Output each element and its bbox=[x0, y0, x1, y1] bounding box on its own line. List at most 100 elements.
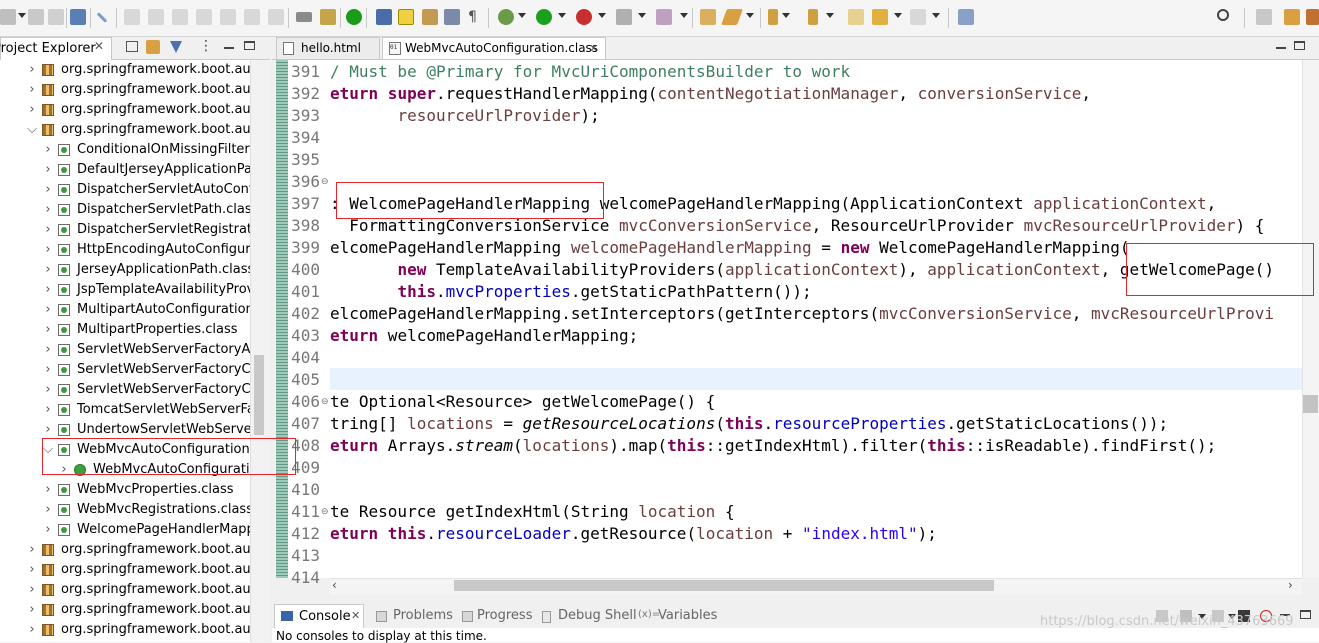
filter-icon[interactable] bbox=[170, 41, 182, 53]
back-dropdown-icon[interactable] bbox=[894, 13, 902, 18]
tree-item[interactable]: › DispatcherServletAutoConfigu bbox=[0, 180, 250, 200]
expanded-chevron-icon[interactable]: ⌵ bbox=[27, 120, 37, 140]
tree-item[interactable]: › DispatcherServletRegistration bbox=[0, 220, 250, 240]
quick-access-search-icon[interactable] bbox=[1217, 9, 1229, 21]
next-annotation-dropdown-icon[interactable] bbox=[782, 13, 790, 18]
open-folder-icon[interactable] bbox=[700, 9, 716, 25]
scroll-left-icon[interactable]: ‹ bbox=[332, 578, 337, 592]
collapsed-chevron-icon[interactable]: › bbox=[43, 480, 53, 500]
tree-item[interactable]: › WebMvcProperties.class bbox=[0, 480, 250, 500]
collapsed-chevron-icon[interactable]: › bbox=[43, 400, 53, 420]
maximize-icon[interactable] bbox=[244, 41, 255, 50]
show-whitespace-icon[interactable]: ¶ bbox=[468, 9, 484, 25]
collapsed-chevron-icon[interactable]: › bbox=[27, 80, 37, 100]
pin-editor-icon[interactable] bbox=[958, 9, 974, 25]
collapsed-chevron-icon[interactable]: › bbox=[43, 240, 53, 260]
tab-debug-shell[interactable]: Debug Shell bbox=[558, 608, 637, 623]
tree-item[interactable]: › org.springframework.boot.autoc bbox=[0, 620, 250, 640]
run-icon[interactable] bbox=[536, 9, 552, 25]
collapsed-chevron-icon[interactable]: › bbox=[43, 520, 53, 540]
step-return-icon[interactable] bbox=[268, 9, 284, 25]
disconnect-icon[interactable] bbox=[196, 9, 212, 25]
fold-toggle-icon[interactable]: ⊖ bbox=[321, 171, 329, 193]
previous-annotation-dropdown-icon[interactable] bbox=[826, 13, 834, 18]
minimize-icon[interactable] bbox=[1276, 47, 1286, 49]
external-tools-dropdown-icon[interactable] bbox=[598, 13, 606, 18]
coverage-dropdown-icon[interactable] bbox=[638, 13, 646, 18]
editor-horizontal-scroll-thumb[interactable] bbox=[454, 580, 994, 591]
tree-item[interactable]: › WelcomePageHandlerMappin bbox=[0, 520, 250, 540]
last-edit-location-icon[interactable] bbox=[848, 9, 864, 25]
fold-toggle-icon[interactable]: ⊖ bbox=[321, 501, 329, 523]
tab-console[interactable]: Console ✕ bbox=[274, 604, 364, 628]
search-icon[interactable] bbox=[721, 9, 743, 25]
editor-vertical-scroll-thumb[interactable] bbox=[1303, 395, 1318, 413]
collapsed-chevron-icon[interactable]: › bbox=[43, 180, 53, 200]
console-icon[interactable] bbox=[70, 9, 86, 25]
link-with-editor-icon[interactable] bbox=[146, 40, 160, 54]
tab-hello-html[interactable]: hello.html bbox=[276, 37, 380, 59]
tree-item[interactable]: › ServletWebServerFactoryAuto bbox=[0, 340, 250, 360]
coverage-icon[interactable] bbox=[616, 9, 632, 25]
open-type-icon[interactable] bbox=[376, 9, 392, 25]
collapsed-chevron-icon[interactable]: › bbox=[27, 620, 37, 640]
collapsed-chevron-icon[interactable]: › bbox=[27, 580, 37, 600]
tree-item[interactable]: › TomcatServletWebServerFacto bbox=[0, 400, 250, 420]
tree-item[interactable]: › org.springframework.boot.autoc bbox=[0, 100, 250, 120]
close-icon[interactable]: ✕ bbox=[589, 38, 598, 59]
collapsed-chevron-icon[interactable]: › bbox=[43, 420, 53, 440]
tree-item[interactable]: › ConditionalOnMissingFilterBe bbox=[0, 140, 250, 160]
toggle-annotations-icon[interactable] bbox=[422, 9, 438, 25]
view-menu-icon[interactable]: ⋮ bbox=[199, 38, 213, 54]
collapsed-chevron-icon[interactable]: › bbox=[43, 380, 53, 400]
code-area[interactable]: / Must be @Primary for MvcUriComponentsB… bbox=[330, 60, 1302, 578]
scroll-right-icon[interactable]: › bbox=[1288, 578, 1293, 592]
collapsed-chevron-icon[interactable]: › bbox=[43, 140, 53, 160]
skip-breakpoints-icon[interactable] bbox=[96, 12, 108, 23]
tree-item[interactable]: › DispatcherServletPath.class bbox=[0, 200, 250, 220]
resume-icon[interactable] bbox=[124, 9, 140, 25]
tab-problems[interactable]: Problems bbox=[393, 608, 453, 623]
forward-dropdown-icon[interactable] bbox=[932, 13, 940, 18]
tree-item[interactable]: › ServletWebServerFactoryConf bbox=[0, 360, 250, 380]
java-ee-perspective-icon[interactable] bbox=[1284, 9, 1300, 25]
tab-progress[interactable]: Progress bbox=[477, 608, 532, 623]
new-class-icon[interactable] bbox=[656, 9, 672, 25]
tree-item[interactable]: › DefaultJerseyApplicationPath. bbox=[0, 160, 250, 180]
collapsed-chevron-icon[interactable]: › bbox=[27, 540, 37, 560]
fold-toggle-icon[interactable]: ⊖ bbox=[321, 391, 329, 413]
search-dropdown-icon[interactable] bbox=[746, 13, 754, 18]
terminate-icon[interactable] bbox=[172, 9, 188, 25]
close-icon[interactable]: ✕ bbox=[351, 609, 360, 622]
new-class-dropdown-icon[interactable] bbox=[680, 13, 688, 18]
tree-item[interactable]: › MultipartProperties.class bbox=[0, 320, 250, 340]
next-annotation-icon[interactable] bbox=[768, 9, 778, 25]
tree-item[interactable]: › ServletWebServerFactoryCusto bbox=[0, 380, 250, 400]
collapsed-chevron-icon[interactable]: › bbox=[43, 280, 53, 300]
collapsed-chevron-icon[interactable]: › bbox=[27, 60, 37, 80]
new-icon[interactable] bbox=[0, 9, 16, 25]
close-icon[interactable]: ✕ bbox=[94, 39, 104, 53]
minimize-icon[interactable] bbox=[224, 47, 234, 49]
run-dropdown-icon[interactable] bbox=[558, 13, 566, 18]
debug-dropdown-icon[interactable] bbox=[518, 13, 526, 18]
save-all-icon[interactable] bbox=[48, 9, 64, 25]
tree-item[interactable]: › org.springframework.boot.autoc bbox=[0, 560, 250, 580]
tree-item[interactable]: › MultipartAutoConfiguration.cl bbox=[0, 300, 250, 320]
use-step-filters-icon[interactable] bbox=[296, 12, 312, 22]
suspend-icon[interactable] bbox=[148, 9, 164, 25]
step-over-icon[interactable] bbox=[244, 9, 260, 25]
spring-boot-icon[interactable] bbox=[346, 9, 362, 25]
collapsed-chevron-icon[interactable]: › bbox=[27, 100, 37, 120]
mark-occurrences-icon[interactable] bbox=[398, 9, 414, 25]
tree-item[interactable]: ⌵ org.springframework.boot.autoc bbox=[0, 120, 250, 140]
editor-vertical-scrollbar[interactable] bbox=[1302, 60, 1319, 578]
back-icon[interactable] bbox=[872, 9, 888, 25]
drop-to-frame-icon[interactable] bbox=[320, 9, 336, 25]
run-external-tools-icon[interactable] bbox=[576, 9, 592, 25]
forward-icon[interactable] bbox=[910, 9, 926, 25]
previous-annotation-icon[interactable] bbox=[808, 9, 818, 25]
collapsed-chevron-icon[interactable]: › bbox=[43, 300, 53, 320]
collapse-all-icon[interactable] bbox=[126, 41, 138, 52]
tree-item[interactable]: › org.springframework.boot.autoc bbox=[0, 60, 250, 80]
